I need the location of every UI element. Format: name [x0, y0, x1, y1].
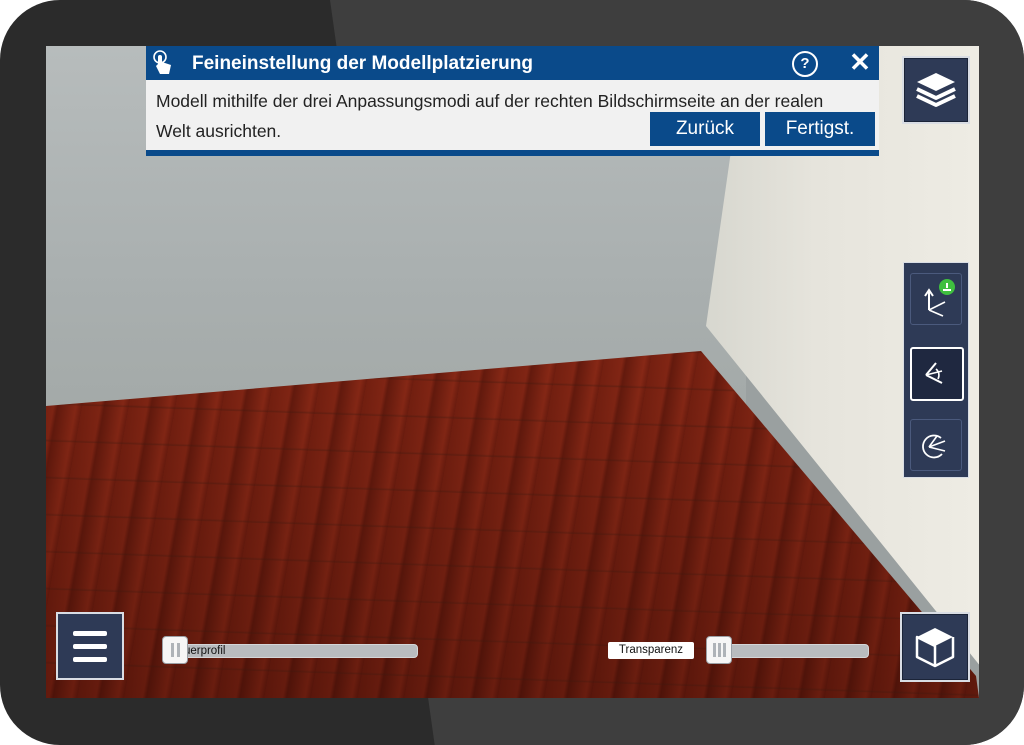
close-button[interactable]: ✕ — [846, 48, 874, 76]
ar-camera-view[interactable]: Feineinstellung der Modellplatzierung ? … — [46, 46, 979, 698]
help-button[interactable]: ? — [792, 51, 818, 77]
tap-gesture-icon — [153, 50, 171, 74]
rotation-arc-tool-button[interactable] — [910, 419, 962, 471]
rotate-axis-icon — [925, 362, 943, 384]
instruction-panel: Feineinstellung der Modellplatzierung ? … — [146, 46, 879, 156]
move-axis-tool-button[interactable] — [910, 273, 962, 325]
layers-button[interactable] — [904, 58, 968, 122]
cube-icon — [915, 628, 955, 668]
tablet-frame: Feineinstellung der Modellplatzierung ? … — [0, 0, 1024, 745]
panel-title: Feineinstellung der Modellplatzierung — [192, 53, 533, 74]
panel-body: Modell mithilfe der drei Anpassungsmodi … — [146, 80, 879, 150]
menu-button[interactable] — [58, 614, 122, 678]
transparency-label: Transparenz — [608, 642, 694, 659]
move-axis-icon — [924, 279, 955, 317]
cross-section-slider-thumb[interactable] — [162, 636, 188, 664]
rotate-axis-tool-button[interactable] — [910, 347, 964, 401]
transparency-slider-thumb[interactable] — [706, 636, 732, 664]
back-button[interactable]: Zurück — [650, 112, 760, 146]
adjustment-toolbar — [903, 262, 969, 478]
rotation-arc-icon — [922, 434, 946, 459]
panel-header: Feineinstellung der Modellplatzierung ? … — [146, 46, 879, 80]
layers-icon — [916, 73, 956, 107]
transparency-slider[interactable] — [711, 644, 869, 658]
panel-bottom-bar — [146, 150, 879, 156]
model-cube-button[interactable] — [902, 614, 968, 680]
done-button[interactable]: Fertigst. — [765, 112, 875, 146]
